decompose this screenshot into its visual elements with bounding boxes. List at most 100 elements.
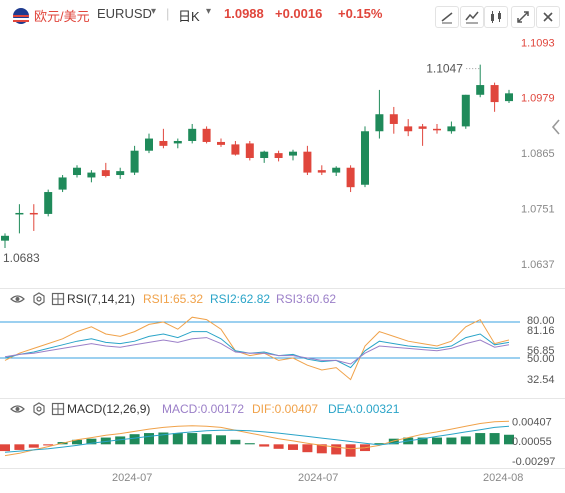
indicator-settings-icon[interactable] [51, 402, 65, 416]
price-tick-label: 1.0979 [521, 93, 555, 105]
candle-body [145, 138, 153, 151]
candle-body [418, 126, 427, 129]
rsi-chart[interactable]: 80.0081.1656.8550.0032.54 [0, 306, 565, 398]
rsi2-label: RSI2:62.82 [210, 292, 271, 306]
time-axis: 2024-07 2024-07 2024-08 [0, 468, 565, 493]
rsi3-line [4, 337, 510, 365]
indicator-settings-icon[interactable] [51, 292, 65, 306]
dea-label: DEA:0.00321 [328, 402, 400, 416]
macd-name: MACD(12,26,9) [67, 402, 151, 416]
draw-line-button[interactable] [435, 6, 459, 28]
rsi-tick-label: 81.16 [527, 325, 555, 337]
header-divider: | [166, 6, 170, 21]
candle-body [116, 171, 125, 176]
macd-histogram-bar [345, 444, 356, 457]
macd-histogram-bar [460, 436, 471, 445]
time-label: 2024-07 [112, 472, 153, 484]
macd-histogram-bar [0, 444, 10, 452]
draw-line-icon [441, 12, 453, 24]
pane-divider[interactable] [0, 288, 565, 289]
rsi-name: RSI(7,14,21) [67, 292, 136, 306]
pane-divider[interactable] [0, 398, 565, 399]
rsi-tick-label: 32.54 [527, 374, 555, 386]
macd-histogram-bar [273, 444, 284, 449]
gear-icon[interactable] [32, 402, 46, 416]
macd-histogram-bar [144, 433, 154, 445]
time-label: 2024-07 [298, 472, 339, 484]
candle-body [188, 128, 197, 141]
gear-icon[interactable] [32, 292, 46, 306]
symbol-dropdown-icon[interactable]: ▾ [151, 6, 156, 17]
close-icon [543, 12, 553, 22]
candle-body [245, 143, 254, 158]
rsi2-line [4, 331, 510, 369]
candle-body [317, 170, 326, 173]
high-annotation: 1.1047 [426, 62, 463, 76]
macd-chart[interactable]: 0.00407 0.00055 -0.00297 [0, 416, 565, 468]
macd-histogram-bar [216, 435, 226, 445]
candle-body [58, 177, 67, 190]
macd-histogram-bar [446, 437, 457, 445]
candle-body [130, 150, 139, 173]
candle-body [73, 167, 81, 176]
time-label: 2024-08 [483, 472, 524, 484]
expand-icon [517, 11, 529, 23]
candle-body [289, 151, 297, 156]
macd-tick-label: -0.00297 [512, 456, 555, 468]
chart-type-button[interactable] [484, 6, 508, 28]
chart-type-icon [491, 11, 501, 23]
macd-histogram-bar [302, 444, 313, 453]
macd-histogram-bar [201, 434, 212, 445]
candle-body [476, 85, 485, 95]
chart-header: 欧元/美元 EURUSD ▾ | 日K ▾ 1.0988 +0.0016 +0.… [0, 0, 565, 30]
candle-body [1, 235, 9, 241]
macd-tick-label: 0.00055 [512, 436, 552, 448]
price-tick-label: 1.0865 [521, 148, 555, 160]
macd-histogram-bar [331, 444, 342, 455]
macd-histogram-bar [28, 444, 39, 448]
price-tick-label: 1.1093 [521, 37, 555, 49]
price-tick-label: 1.0751 [521, 204, 555, 216]
candle-body [346, 167, 355, 188]
indicator-icon [465, 11, 479, 24]
candlestick-chart[interactable]: 1.1093 1.0979 1.0865 1.0751 1.0637 1.1047 1.06… [0, 30, 565, 288]
expand-button[interactable] [511, 6, 535, 28]
candle-body [231, 144, 240, 155]
candle-body [274, 153, 283, 158]
price-tick-label: 1.0637 [521, 259, 555, 271]
candle-body [159, 140, 168, 146]
interval-label[interactable]: 日K [178, 6, 200, 25]
candle-body [87, 172, 96, 178]
last-price: 1.0988 [224, 6, 264, 21]
eye-icon[interactable] [10, 402, 25, 416]
us-flag-icon [13, 8, 29, 24]
pair-name[interactable]: 欧元/美元 [34, 6, 90, 25]
rsi-tick-label: 50.00 [527, 353, 555, 365]
eye-icon[interactable] [10, 292, 25, 306]
candle-body [217, 141, 225, 145]
candle-body [361, 131, 369, 185]
macd-tick-label: 0.00407 [512, 416, 552, 428]
candle-body [303, 151, 312, 173]
close-button[interactable] [536, 6, 560, 28]
interval-dropdown-icon[interactable]: ▾ [206, 6, 211, 17]
candle-body [490, 85, 499, 103]
candle-body [461, 94, 470, 127]
macd-histogram-bar [244, 443, 255, 445]
candle-body [375, 114, 384, 132]
chevron-left-icon[interactable] [549, 117, 563, 137]
symbol-label[interactable]: EURUSD [97, 6, 152, 21]
candle-body [173, 140, 182, 144]
macd-histogram-bar [489, 433, 500, 445]
price-change: +0.0016 [275, 6, 323, 21]
macd-histogram-bar [475, 433, 486, 445]
macd-histogram-bar [259, 444, 270, 447]
candle-body [332, 167, 341, 173]
candle-body [202, 128, 211, 142]
candle-body [433, 128, 441, 131]
indicator-button[interactable] [460, 6, 484, 28]
macd-histogram-bar [432, 437, 442, 445]
candle-body [101, 170, 110, 176]
candle-body [44, 192, 53, 214]
rsi1-label: RSI1:65.32 [143, 292, 204, 306]
